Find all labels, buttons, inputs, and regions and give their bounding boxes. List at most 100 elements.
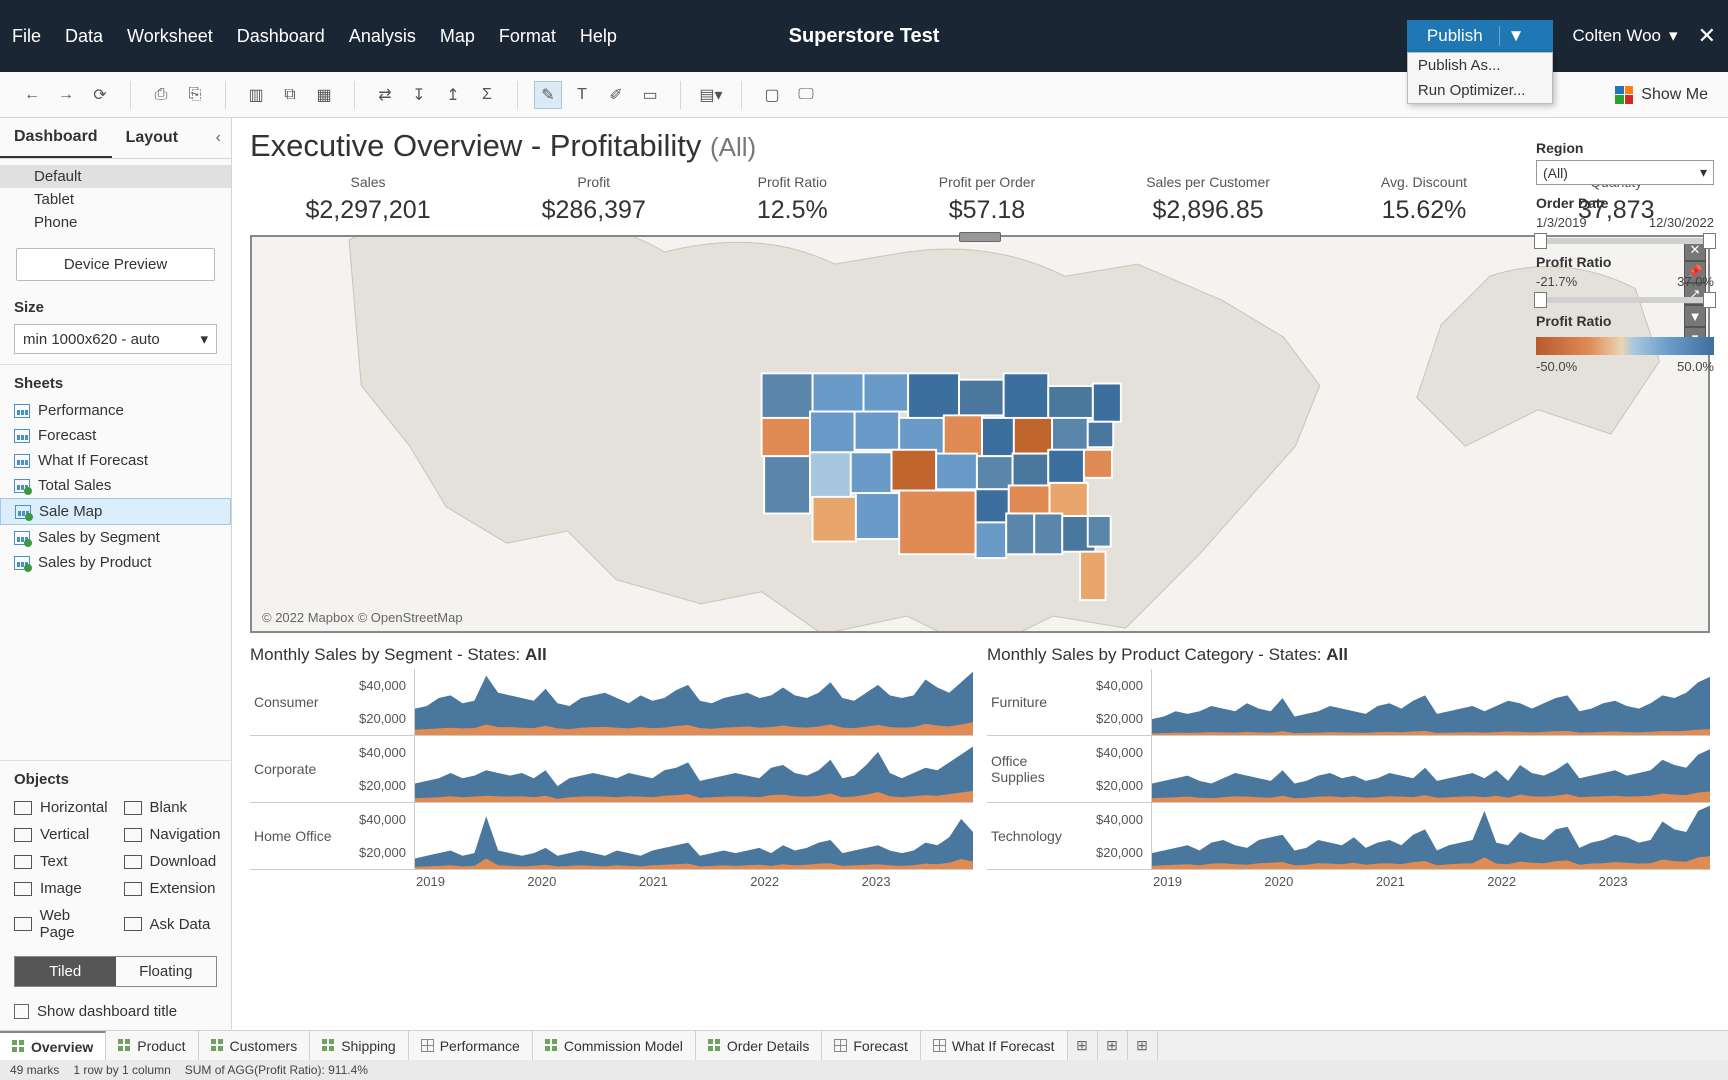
object-extension[interactable]: Extension [116, 875, 229, 902]
region-filter-dropdown[interactable]: (All)▾ [1536, 160, 1714, 185]
menu-analysis[interactable]: Analysis [349, 26, 416, 47]
menu-dashboard[interactable]: Dashboard [237, 26, 325, 47]
publish-option[interactable]: Run Optimizer... [1408, 78, 1552, 103]
menu-file[interactable]: File [12, 26, 41, 47]
new-datasource-button[interactable]: ⎙ [147, 81, 175, 109]
worksheet-icon [421, 1039, 434, 1052]
redo-button[interactable]: → [52, 81, 80, 109]
sheet-tab-customers[interactable]: Customers [199, 1031, 311, 1060]
object-image[interactable]: Image [6, 875, 116, 902]
swap-button[interactable]: ⇄ [371, 81, 399, 109]
device-phone[interactable]: Phone [0, 211, 231, 234]
clear-button[interactable]: ▦ [310, 81, 338, 109]
order-date-slider[interactable] [1536, 238, 1714, 244]
floating-option[interactable]: Floating [116, 957, 217, 986]
kpi-avg-discount[interactable]: Avg. Discount15.62% [1381, 174, 1467, 225]
sheet-tab-shipping[interactable]: Shipping [310, 1031, 409, 1060]
object-ask-data[interactable]: Ask Data [116, 902, 229, 946]
publish-label: Publish [1427, 26, 1483, 46]
object-text[interactable]: Text [6, 848, 116, 875]
revert-button[interactable]: ⟳ [86, 81, 114, 109]
highlight-button[interactable]: ✎ [534, 81, 562, 109]
sheet-tab-order-details[interactable]: Order Details [696, 1031, 822, 1060]
kpi-sales[interactable]: Sales$2,297,201 [305, 174, 430, 225]
menu-format[interactable]: Format [499, 26, 556, 47]
sidebar-collapse-icon[interactable]: ‹ [206, 129, 231, 147]
profit-ratio-slider[interactable] [1536, 297, 1714, 303]
presentation-button[interactable]: ▢ [758, 81, 786, 109]
publish-caret-icon[interactable]: ▼ [1499, 26, 1533, 46]
publish-button[interactable]: Publish ▼ Publish As...Run Optimizer... [1407, 20, 1553, 52]
object-icon [14, 917, 32, 931]
new-worksheet-button[interactable]: ▥ [242, 81, 270, 109]
close-icon[interactable]: ✕ [1698, 23, 1716, 49]
sidebar-tab-layout[interactable]: Layout [112, 119, 192, 157]
chevron-down-icon: ▾ [1700, 164, 1707, 181]
status-bar: 49 marks1 row by 1 columnSUM of AGG(Prof… [0, 1060, 1728, 1080]
object-horizontal[interactable]: Horizontal [6, 794, 116, 821]
show-me-button[interactable]: Show Me [1615, 86, 1718, 104]
user-menu[interactable]: Colten Woo▾ [1573, 26, 1678, 46]
sheet-tab-overview[interactable]: Overview [0, 1031, 106, 1060]
device-default[interactable]: Default [0, 165, 231, 188]
sort-asc-button[interactable]: ↧ [405, 81, 433, 109]
sheet-sale-map[interactable]: Sale Map [0, 498, 231, 525]
object-web-page[interactable]: Web Page [6, 902, 116, 946]
new-worksheet-icon[interactable]: ⊞ [1068, 1031, 1098, 1060]
kpi-profit-per-order[interactable]: Profit per Order$57.18 [939, 174, 1035, 225]
menu-data[interactable]: Data [65, 26, 103, 47]
size-dropdown[interactable]: min 1000x620 - auto▾ [14, 324, 217, 354]
kpi-profit[interactable]: Profit$286,397 [542, 174, 646, 225]
worksheet-icon [14, 454, 30, 468]
sheet-sales-by-product[interactable]: Sales by Product [0, 550, 231, 575]
pause-updates-button[interactable]: ⎘ [181, 81, 209, 109]
sort-desc-button[interactable]: ↥ [439, 81, 467, 109]
layout-toggle[interactable]: Tiled Floating [14, 956, 217, 987]
totals-button[interactable]: Σ [473, 81, 501, 109]
sidebar-tab-dashboard[interactable]: Dashboard [0, 118, 112, 158]
map-view[interactable]: ✕ 📌 ↗ ▼ ▾ [250, 235, 1710, 633]
object-icon [124, 917, 142, 931]
sheet-tab-performance[interactable]: Performance [409, 1031, 533, 1060]
duplicate-button[interactable]: ⧉ [276, 81, 304, 109]
object-vertical[interactable]: Vertical [6, 821, 116, 848]
undo-button[interactable]: ← [18, 81, 46, 109]
publish-option[interactable]: Publish As... [1408, 53, 1552, 78]
dashboard-icon [118, 1039, 131, 1052]
sheet-tab-what-if-forecast[interactable]: What If Forecast [921, 1031, 1068, 1060]
object-navigation[interactable]: Navigation [116, 821, 229, 848]
product-chart[interactable]: Monthly Sales by Product Category - Stat… [987, 645, 1710, 1020]
menu-help[interactable]: Help [580, 26, 617, 47]
fit-button[interactable]: ▭ [636, 81, 664, 109]
kpi-sales-per-customer[interactable]: Sales per Customer$2,896.85 [1146, 174, 1270, 225]
format-button[interactable]: ✐ [602, 81, 630, 109]
sheet-tab-product[interactable]: Product [106, 1031, 198, 1060]
drag-handle-icon[interactable] [959, 232, 1001, 242]
sidebar: Dashboard Layout ‹ DefaultTabletPhone De… [0, 118, 232, 1030]
segment-chart[interactable]: Monthly Sales by Segment - States: All C… [250, 645, 973, 1020]
sheet-tab-forecast[interactable]: Forecast [822, 1031, 920, 1060]
device-tablet[interactable]: Tablet [0, 188, 231, 211]
sheets-label: Sheets [0, 364, 231, 398]
new-story-icon[interactable]: ⊞ [1128, 1031, 1158, 1060]
kpi-profit-ratio[interactable]: Profit Ratio12.5% [757, 174, 828, 225]
sheet-sales-by-segment[interactable]: Sales by Segment [0, 525, 231, 550]
sheet-performance[interactable]: Performance [0, 398, 231, 423]
share-button[interactable]: 🖵 [792, 81, 820, 109]
sheet-what-if-forecast[interactable]: What If Forecast [0, 448, 231, 473]
sheet-tab-commission-model[interactable]: Commission Model [533, 1031, 696, 1060]
text-button[interactable]: T [568, 81, 596, 109]
fit-dropdown[interactable]: ▤▾ [697, 81, 725, 109]
new-dashboard-icon[interactable]: ⊞ [1098, 1031, 1128, 1060]
menu-worksheet[interactable]: Worksheet [127, 26, 213, 47]
menu-map[interactable]: Map [440, 26, 475, 47]
show-dashboard-title-checkbox[interactable]: Show dashboard title [0, 997, 231, 1030]
chart-row: Home Office$40,000$20,000 [250, 803, 973, 870]
object-download[interactable]: Download [116, 848, 229, 875]
sheet-forecast[interactable]: Forecast [0, 423, 231, 448]
segment-chart-title: Monthly Sales by Segment - States: All [250, 645, 973, 665]
sheet-total-sales[interactable]: Total Sales [0, 473, 231, 498]
tiled-option[interactable]: Tiled [15, 957, 116, 986]
device-preview-button[interactable]: Device Preview [16, 248, 215, 281]
object-blank[interactable]: Blank [116, 794, 229, 821]
